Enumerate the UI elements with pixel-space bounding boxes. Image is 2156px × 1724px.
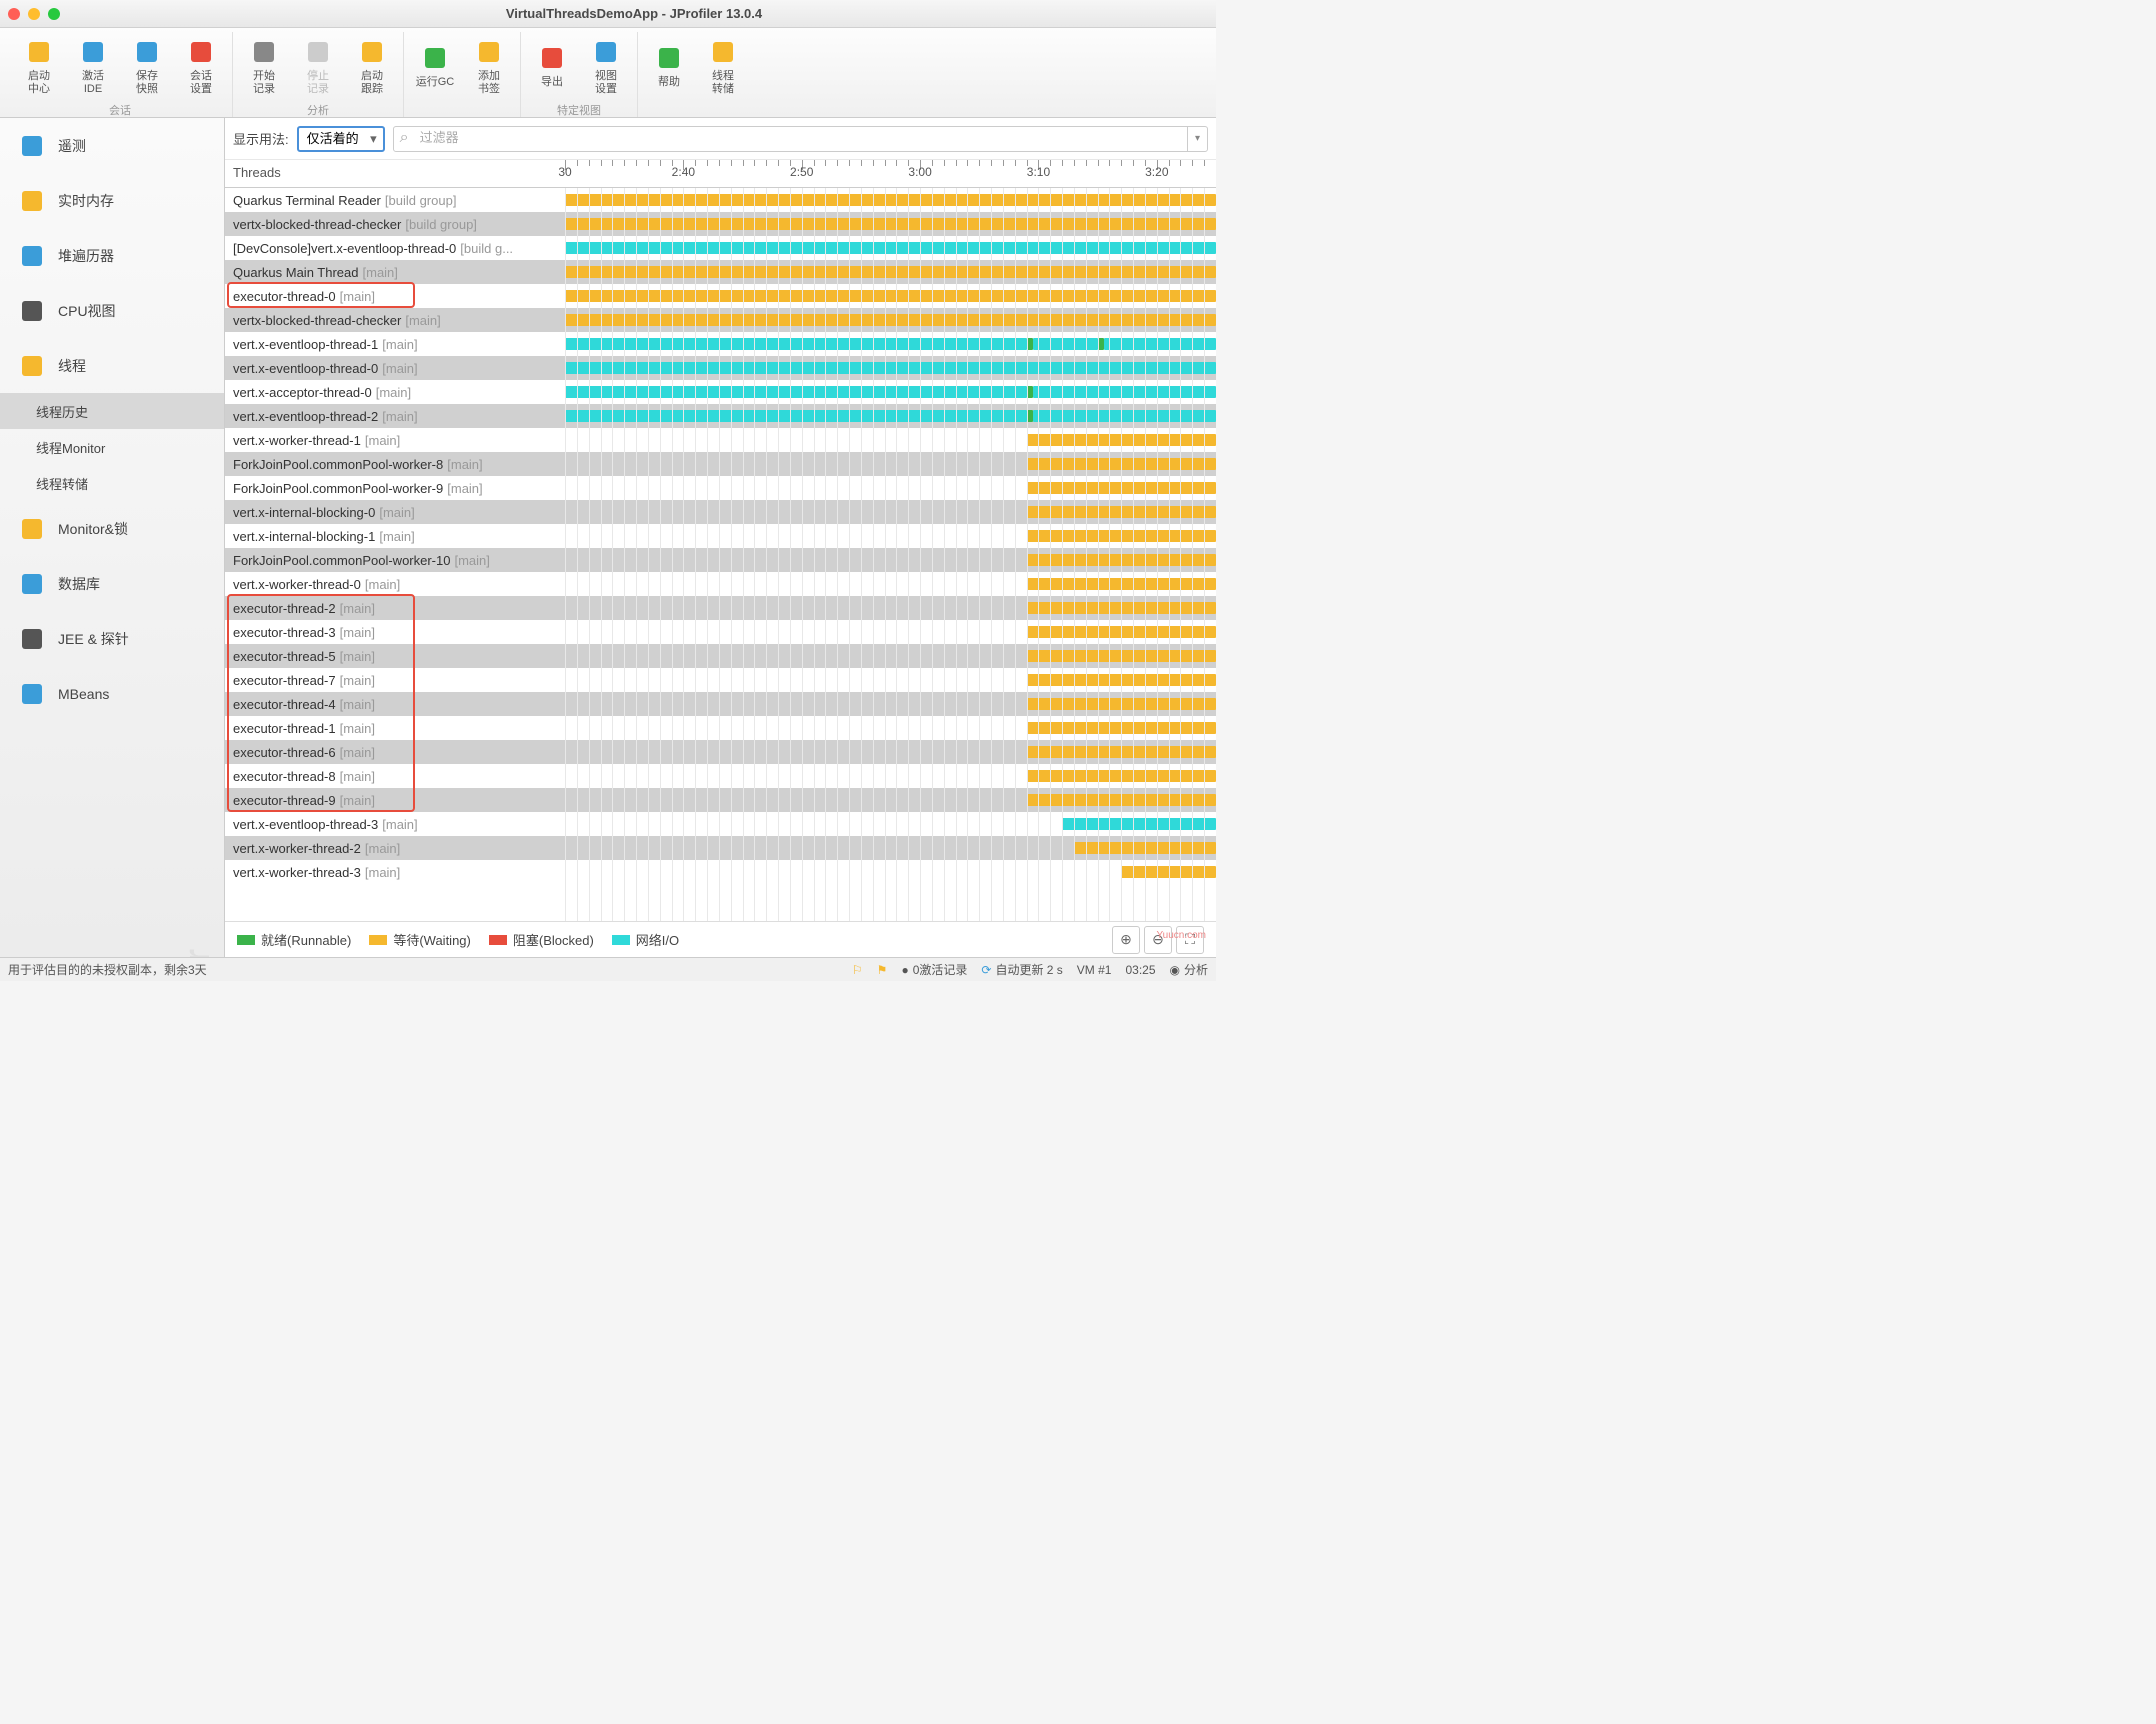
filter-input[interactable]: 过滤器▾ <box>393 126 1208 152</box>
thread-row[interactable]: vert.x-eventloop-thread-1[main] <box>225 332 1216 356</box>
thread-row[interactable]: vert.x-eventloop-thread-3[main] <box>225 812 1216 836</box>
thread-row[interactable]: executor-thread-4[main] <box>225 692 1216 716</box>
thread-row[interactable]: vert.x-worker-thread-2[main] <box>225 836 1216 860</box>
start-center-button[interactable]: 启动 中心 <box>12 32 66 100</box>
zoom-in-button[interactable]: ⊕ <box>1112 926 1140 954</box>
auto-update[interactable]: ⟳ 自动更新 2 s <box>981 961 1062 978</box>
thread-row[interactable]: vert.x-worker-thread-3[main] <box>225 860 1216 884</box>
thread-row[interactable]: executor-thread-7[main] <box>225 668 1216 692</box>
source-watermark: Yuucn.com <box>1157 930 1206 941</box>
stop-recording-button[interactable]: 停止 记录 <box>291 32 345 100</box>
thread-row[interactable]: executor-thread-1[main] <box>225 716 1216 740</box>
bookmark-icon[interactable]: ⚐ <box>852 963 863 977</box>
thread-row[interactable]: executor-thread-2[main] <box>225 596 1216 620</box>
activate-ide-button[interactable]: 激活 IDE <box>66 32 120 100</box>
legend: 就绪(Runnable) 等待(Waiting) 阻塞(Blocked) 网络I/O ⊕… <box>225 921 1216 957</box>
thread-row[interactable]: vertx-blocked-thread-checker[build group… <box>225 212 1216 236</box>
sidebar-thread-dumps[interactable]: 线程转储 <box>0 465 224 501</box>
titlebar: VirtualThreadsDemoApp - JProfiler 13.0.4 <box>0 0 1216 28</box>
thread-row[interactable]: [DevConsole]vert.x-eventloop-thread-0[bu… <box>225 236 1216 260</box>
thread-row[interactable]: ForkJoinPool.commonPool-worker-8[main] <box>225 452 1216 476</box>
thread-dump-button[interactable]: 线程 转储 <box>696 32 750 100</box>
legend-item: 等待(Waiting) <box>369 930 471 949</box>
sidebar-databases[interactable]: 数据库 <box>0 556 224 611</box>
add-bookmark-button[interactable]: 添加 书签 <box>462 32 516 100</box>
thread-row[interactable]: ForkJoinPool.commonPool-worker-10[main] <box>225 548 1216 572</box>
thread-row[interactable]: Quarkus Terminal Reader[build group] <box>225 188 1216 212</box>
sidebar-cpu-views[interactable]: CPU视图 <box>0 283 224 338</box>
sidebar-thread-history[interactable]: 线程历史 <box>0 393 224 429</box>
thread-row[interactable]: executor-thread-3[main] <box>225 620 1216 644</box>
timeline: Threads 302:402:503:003:103:20 Quarkus T… <box>225 160 1216 921</box>
view-settings-button[interactable]: 视图 设置 <box>579 32 633 100</box>
profiling-mode[interactable]: ◉ 分析 <box>1170 961 1209 978</box>
sidebar-threads[interactable]: 线程 <box>0 338 224 393</box>
thread-row[interactable]: vert.x-eventloop-thread-0[main] <box>225 356 1216 380</box>
thread-row[interactable]: executor-thread-9[main] <box>225 788 1216 812</box>
thread-row[interactable]: vert.x-worker-thread-0[main] <box>225 572 1216 596</box>
thread-row[interactable]: ForkJoinPool.commonPool-worker-9[main] <box>225 476 1216 500</box>
vm-id: VM #1 <box>1077 963 1112 977</box>
sidebar-live-memory[interactable]: 实时内存 <box>0 173 224 228</box>
window-title: VirtualThreadsDemoApp - JProfiler 13.0.4 <box>60 6 1208 21</box>
sidebar-mbeans[interactable]: MBeans <box>0 666 224 721</box>
legend-item: 网络I/O <box>612 930 679 949</box>
toolbar: 启动 中心激活 IDE保存 快照会话 设置会话开始 记录停止 记录启动 跟踪分析… <box>0 28 1216 118</box>
session-time: 03:25 <box>1125 963 1155 977</box>
legend-item: 就绪(Runnable) <box>237 930 351 949</box>
thread-row[interactable]: Quarkus Main Thread[main] <box>225 260 1216 284</box>
session-settings-button[interactable]: 会话 设置 <box>174 32 228 100</box>
sidebar-jee-probes[interactable]: JEE & 探针 <box>0 611 224 666</box>
start-recording-button[interactable]: 开始 记录 <box>237 32 291 100</box>
thread-row[interactable]: vert.x-internal-blocking-1[main] <box>225 524 1216 548</box>
minimize-icon[interactable] <box>28 8 40 20</box>
thread-row[interactable]: vert.x-internal-blocking-0[main] <box>225 500 1216 524</box>
thread-row[interactable]: vert.x-worker-thread-1[main] <box>225 428 1216 452</box>
thread-row[interactable]: executor-thread-6[main] <box>225 740 1216 764</box>
show-usage-label: 显示用法: <box>233 129 289 148</box>
filter-bar: 显示用法: 仅活着的 过滤器▾ <box>225 118 1216 160</box>
thread-row[interactable]: vert.x-acceptor-thread-0[main] <box>225 380 1216 404</box>
sidebar-thread-monitor[interactable]: 线程Monitor <box>0 429 224 465</box>
help-button[interactable]: 帮助 <box>642 32 696 100</box>
sidebar: 遥测实时内存堆遍历器CPU视图线程线程历史线程Monitor线程转储Monito… <box>0 118 225 957</box>
flag-icon[interactable]: ⚑ <box>877 963 888 977</box>
sidebar-telemetry[interactable]: 遥测 <box>0 118 224 173</box>
thread-row[interactable]: executor-thread-0[main] <box>225 284 1216 308</box>
save-snapshot-button[interactable]: 保存 快照 <box>120 32 174 100</box>
sidebar-monitors-locks[interactable]: Monitor&锁 <box>0 501 224 556</box>
thread-row[interactable]: executor-thread-5[main] <box>225 644 1216 668</box>
threads-column-header: Threads <box>225 160 565 187</box>
show-usage-select[interactable]: 仅活着的 <box>297 126 385 152</box>
export-button[interactable]: 导出 <box>525 32 579 100</box>
sidebar-heap-walker[interactable]: 堆遍历器 <box>0 228 224 283</box>
legend-item: 阻塞(Blocked) <box>489 930 594 949</box>
close-icon[interactable] <box>8 8 20 20</box>
run-gc-button[interactable]: 运行GC <box>408 32 462 100</box>
eval-notice: 用于评估目的的未授权副本，剩余3天 <box>8 961 207 978</box>
watermark: JProfiler <box>176 947 218 957</box>
start-tracking-button[interactable]: 启动 跟踪 <box>345 32 399 100</box>
status-bar: 用于评估目的的未授权副本，剩余3天 ⚐ ⚑ ● 0激活记录 ⟳ 自动更新 2 s… <box>0 957 1216 981</box>
thread-row[interactable]: vertx-blocked-thread-checker[main] <box>225 308 1216 332</box>
thread-row[interactable]: vert.x-eventloop-thread-2[main] <box>225 404 1216 428</box>
active-recordings[interactable]: ● 0激活记录 <box>901 961 967 978</box>
maximize-icon[interactable] <box>48 8 60 20</box>
thread-row[interactable]: executor-thread-8[main] <box>225 764 1216 788</box>
